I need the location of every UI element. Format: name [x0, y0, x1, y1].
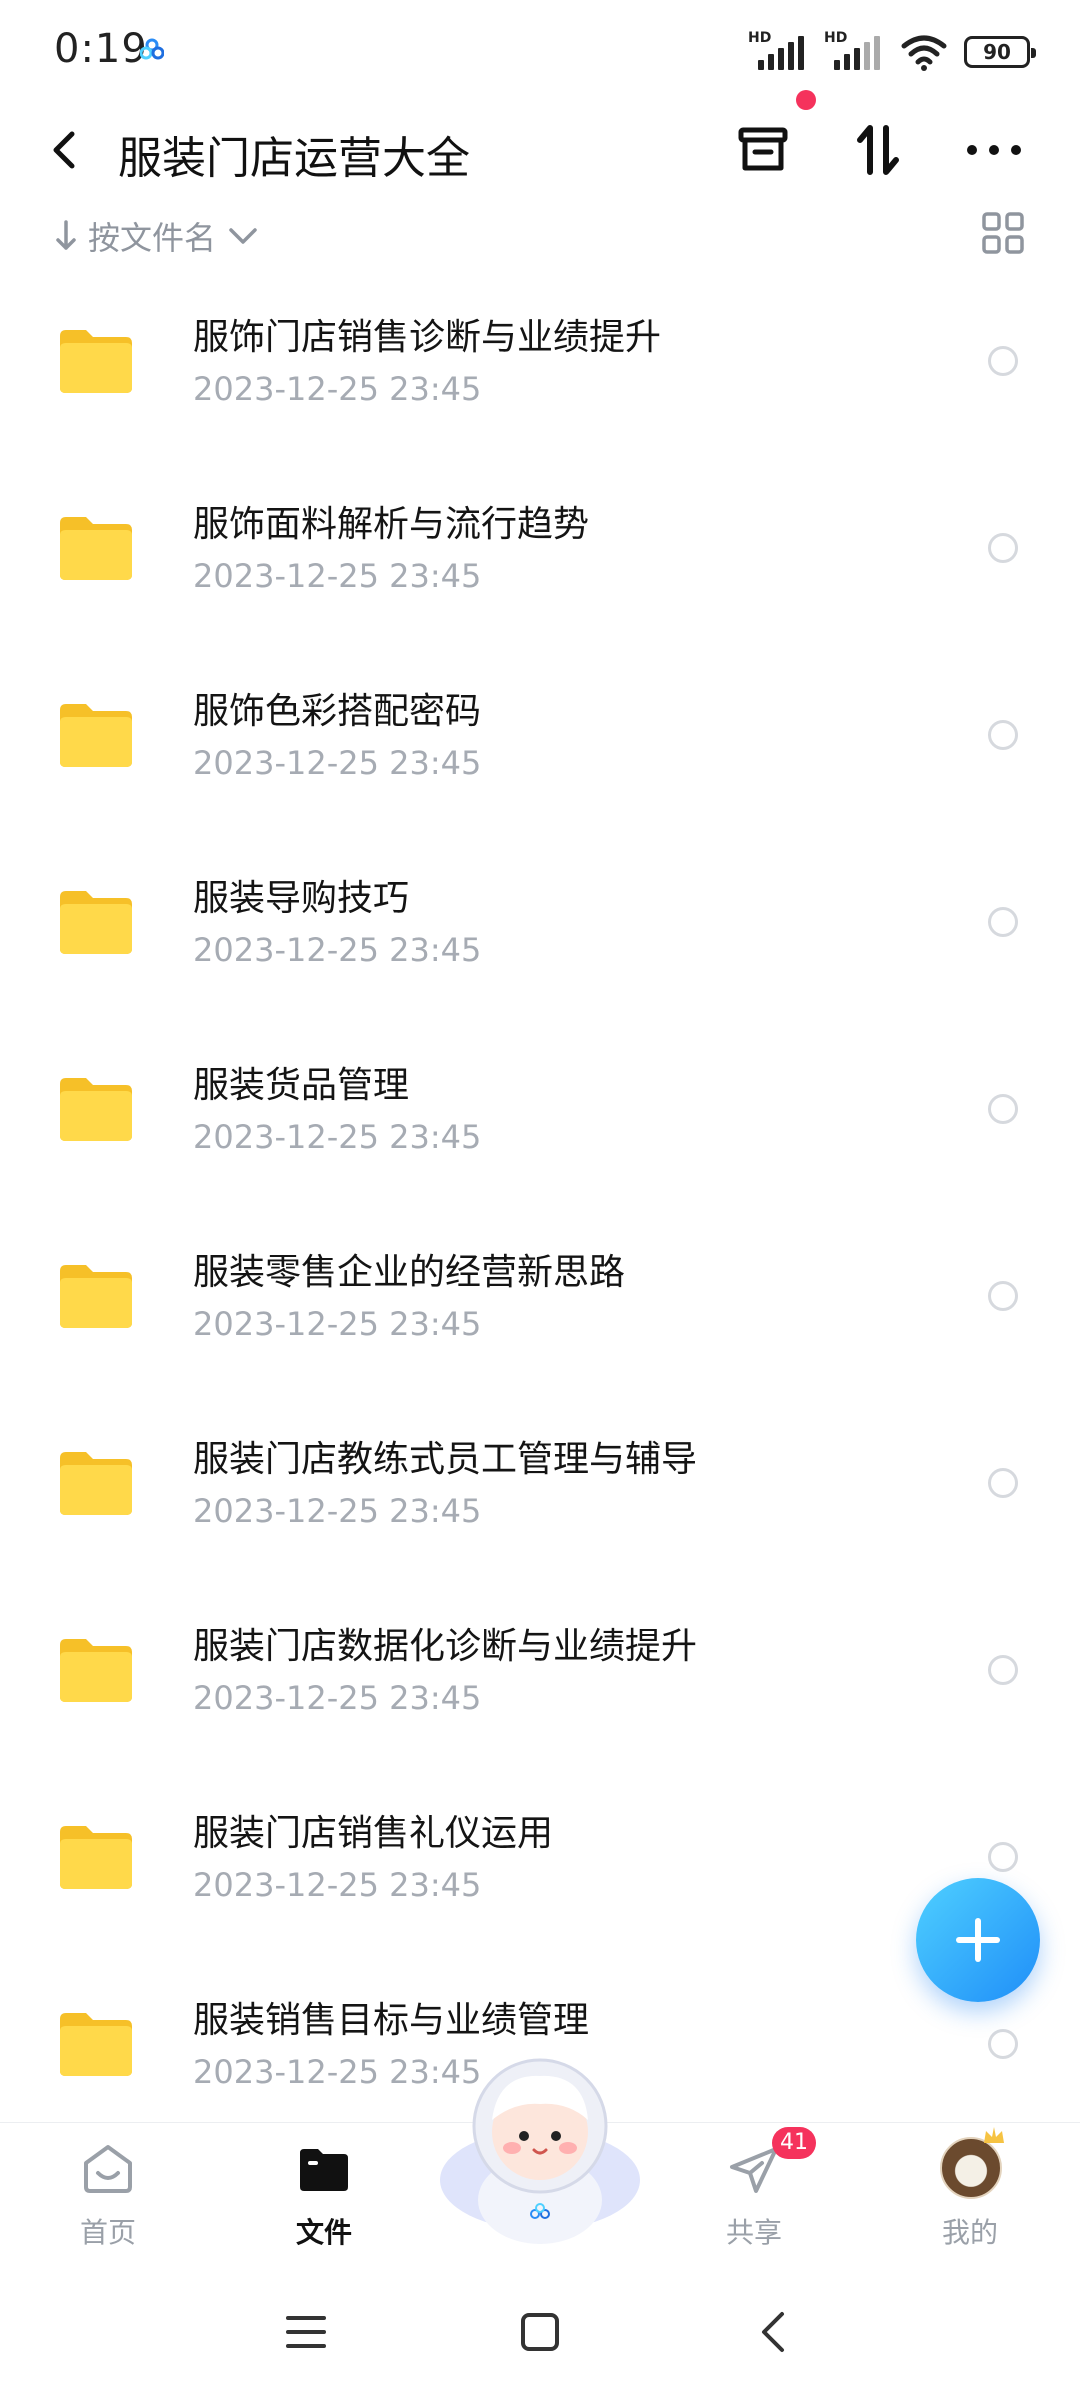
more-options-icon[interactable]	[958, 114, 1030, 186]
cloud-sync-icon	[140, 38, 164, 60]
list-item[interactable]: 服装导购技巧 2023-12-25 23:45	[0, 841, 1080, 1028]
file-date: 2023-12-25 23:45	[193, 1492, 482, 1530]
battery-indicator: 90	[964, 36, 1036, 68]
file-date: 2023-12-25 23:45	[193, 1118, 482, 1156]
archive-icon[interactable]	[727, 114, 799, 186]
nav-home[interactable]: 首页	[28, 2123, 188, 2273]
folder-icon	[56, 513, 136, 583]
file-date: 2023-12-25 23:45	[193, 1866, 482, 1904]
chevron-down-icon	[229, 228, 257, 244]
list-item[interactable]: 服装门店教练式员工管理与辅导 2023-12-25 23:45	[0, 1402, 1080, 1589]
folder-icon	[56, 326, 136, 396]
nav-files-label: 文件	[295, 2216, 352, 2249]
file-list: 服饰门店销售诊断与业绩提升 2023-12-25 23:45 服饰面料解析与流行趋势…	[0, 280, 1080, 2150]
sort-label: 按文件名	[88, 219, 217, 257]
file-name: 服装门店数据化诊断与业绩提升	[193, 1626, 698, 1667]
select-checkbox[interactable]	[988, 1094, 1018, 1124]
folder-icon	[56, 1448, 136, 1518]
status-time: 0:19	[54, 26, 148, 72]
select-checkbox[interactable]	[988, 907, 1018, 937]
cellular-signal-icon-2: HD	[824, 30, 884, 72]
folder-icon	[56, 1074, 136, 1144]
share-count-badge: 41	[772, 2127, 816, 2159]
status-bar: 0:19 HD HD 90	[0, 0, 1080, 100]
nav-mine[interactable]: 我的	[890, 2123, 1050, 2273]
wifi-icon	[901, 35, 947, 71]
select-checkbox[interactable]	[988, 1655, 1018, 1685]
nav-files[interactable]: 文件	[244, 2123, 404, 2273]
page-title: 服装门店运营大全	[118, 133, 470, 184]
folder-icon	[56, 1635, 136, 1705]
file-date: 2023-12-25 23:45	[193, 1305, 482, 1343]
file-name: 服装导购技巧	[193, 878, 410, 919]
nav-mine-label: 我的	[941, 2216, 998, 2249]
avatar	[940, 2137, 1002, 2199]
list-item[interactable]: 服饰色彩搭配密码 2023-12-25 23:45	[0, 654, 1080, 841]
list-item[interactable]: 服饰门店销售诊断与业绩提升 2023-12-25 23:45	[0, 280, 1080, 467]
back-arrow-icon[interactable]	[40, 120, 90, 180]
sort-by-name-button[interactable]: 按文件名	[54, 208, 260, 264]
home-icon	[84, 2145, 132, 2193]
select-checkbox[interactable]	[988, 1468, 1018, 1498]
folder-icon	[56, 1261, 136, 1331]
file-name: 服饰面料解析与流行趋势	[193, 504, 590, 545]
file-name: 服饰门店销售诊断与业绩提升	[193, 317, 662, 358]
sort-arrows-icon[interactable]	[842, 114, 914, 186]
select-checkbox[interactable]	[988, 533, 1018, 563]
file-name: 服装门店教练式员工管理与辅导	[193, 1439, 698, 1480]
file-date: 2023-12-25 23:45	[193, 557, 482, 595]
folder-icon	[56, 1822, 136, 1892]
select-checkbox[interactable]	[988, 2029, 1018, 2059]
list-item[interactable]: 服装零售企业的经营新思路 2023-12-25 23:45	[0, 1215, 1080, 1402]
file-name: 服装货品管理	[193, 1065, 410, 1106]
file-name: 服装销售目标与业绩管理	[193, 2000, 590, 2041]
folder-filled-icon	[300, 2149, 348, 2191]
nav-share[interactable]: 41 共享	[674, 2123, 834, 2273]
file-name: 服饰色彩搭配密码	[193, 691, 482, 732]
system-navigation-bar	[0, 2272, 1080, 2400]
folder-icon	[56, 700, 136, 770]
notification-dot	[796, 90, 816, 110]
file-name: 服装门店销售礼仪运用	[193, 1813, 554, 1854]
folder-icon	[56, 2009, 136, 2079]
file-date: 2023-12-25 23:45	[193, 1679, 482, 1717]
select-checkbox[interactable]	[988, 720, 1018, 750]
recent-apps-icon[interactable]	[276, 2302, 336, 2362]
crown-icon	[984, 2127, 1004, 2143]
file-date: 2023-12-25 23:45	[193, 370, 482, 408]
nav-home-label: 首页	[79, 2216, 136, 2249]
home-square-icon[interactable]	[510, 2302, 570, 2362]
folder-icon	[56, 887, 136, 957]
select-checkbox[interactable]	[988, 1842, 1018, 1872]
select-checkbox[interactable]	[988, 1281, 1018, 1311]
app-screen: 0:19 HD HD 90 服装门店运营大全 按文件名 服饰门店销售诊断与业绩提…	[0, 0, 1080, 2400]
file-date: 2023-12-25 23:45	[193, 744, 482, 782]
file-name: 服装零售企业的经营新思路	[193, 1252, 626, 1293]
top-bar: 服装门店运营大全	[0, 100, 1080, 200]
cellular-signal-icon: HD	[748, 30, 808, 72]
add-button[interactable]	[916, 1878, 1040, 2002]
list-item[interactable]: 服装货品管理 2023-12-25 23:45	[0, 1028, 1080, 1215]
system-back-icon[interactable]	[744, 2302, 804, 2362]
nav-share-label: 共享	[725, 2216, 782, 2249]
grid-view-icon[interactable]	[980, 210, 1026, 256]
sort-down-arrow-icon	[56, 220, 76, 250]
list-item[interactable]: 服饰面料解析与流行趋势 2023-12-25 23:45	[0, 467, 1080, 654]
list-item[interactable]: 服装门店数据化诊断与业绩提升 2023-12-25 23:45	[0, 1589, 1080, 1776]
select-checkbox[interactable]	[988, 346, 1018, 376]
file-date: 2023-12-25 23:45	[193, 931, 482, 969]
mascot-assistant-icon[interactable]	[438, 2050, 642, 2246]
